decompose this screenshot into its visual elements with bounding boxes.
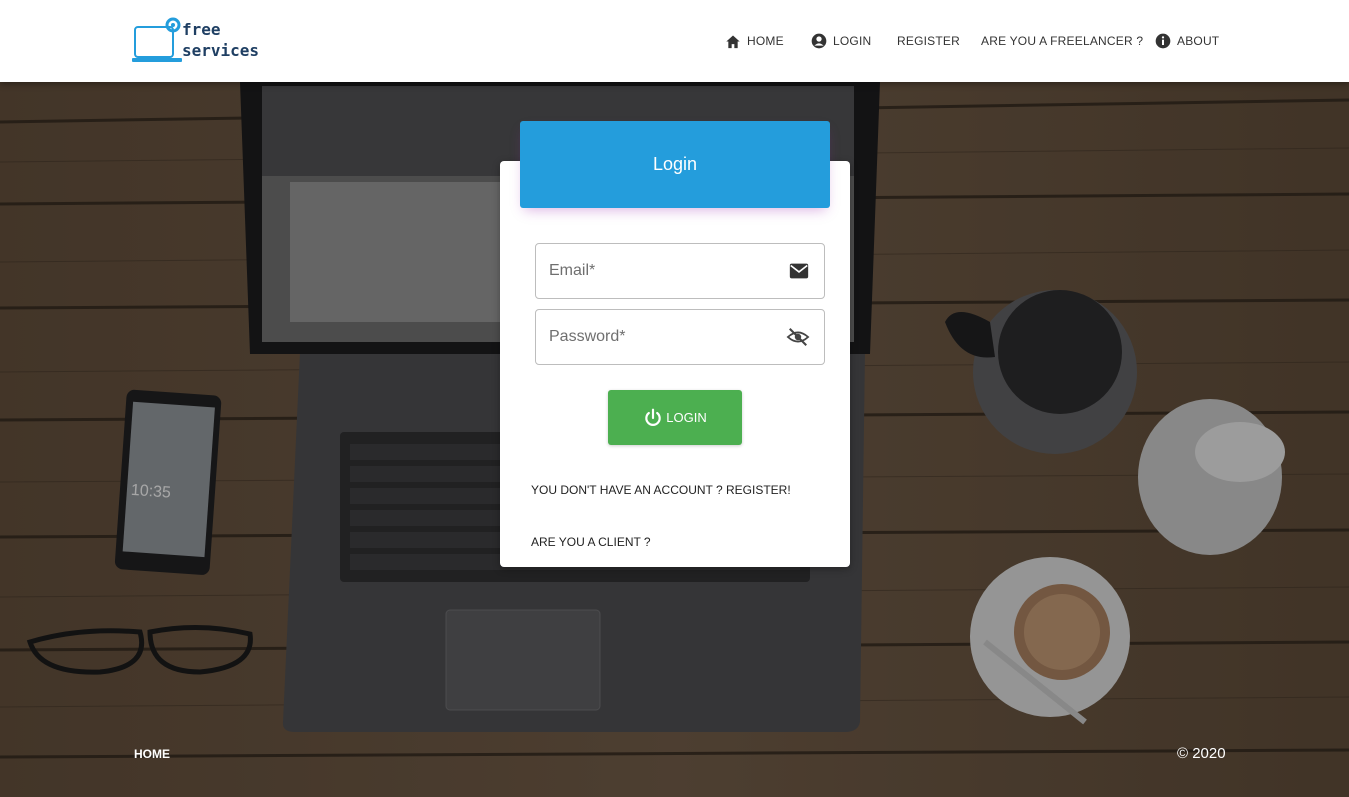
login-button-label: LOGIN (666, 410, 707, 425)
account-circle-icon (811, 33, 827, 49)
register-link[interactable]: YOU DON'T HAVE AN ACCOUNT ? REGISTER! (531, 483, 791, 497)
home-icon (726, 35, 740, 48)
footer-copyright: © 2020 (1177, 745, 1226, 762)
nav-about[interactable]: ABOUT (1155, 31, 1219, 51)
nav-login[interactable]: LOGIN (811, 31, 871, 51)
login-title: Login (652, 154, 698, 174)
laptop-gear-logo-icon (132, 17, 182, 62)
footer-home-link[interactable]: HOME (134, 747, 170, 761)
nav-freelancer[interactable]: ARE YOU A FREELANCER ? (981, 31, 1143, 51)
brand-line-2: services (182, 41, 260, 60)
nav-home-label: HOME (747, 34, 784, 48)
visibility-off-icon[interactable] (786, 326, 810, 348)
info-icon (1155, 33, 1171, 49)
mail-icon (789, 263, 809, 279)
login-button[interactable]: LOGIN (608, 390, 742, 445)
brand-logo[interactable]: free services (132, 17, 272, 65)
password-field[interactable] (535, 309, 825, 365)
email-field[interactable] (535, 243, 825, 299)
login-card-header: Login (520, 121, 830, 208)
nav-register-label: REGISTER (897, 34, 960, 48)
client-link[interactable]: ARE YOU A CLIENT ? (531, 535, 651, 549)
nav-about-label: ABOUT (1177, 34, 1220, 48)
top-navbar: free services HOME LOGIN REGISTER ARE YO… (0, 0, 1349, 82)
brand-line-1: free (182, 20, 221, 39)
nav-home[interactable]: HOME (725, 31, 784, 51)
email-input[interactable] (549, 244, 779, 298)
power-icon (645, 408, 662, 426)
nav-freelancer-label: ARE YOU A FREELANCER ? (981, 34, 1144, 48)
nav-register[interactable]: REGISTER (897, 31, 960, 51)
password-input[interactable] (549, 310, 779, 364)
nav-login-label: LOGIN (833, 34, 872, 48)
